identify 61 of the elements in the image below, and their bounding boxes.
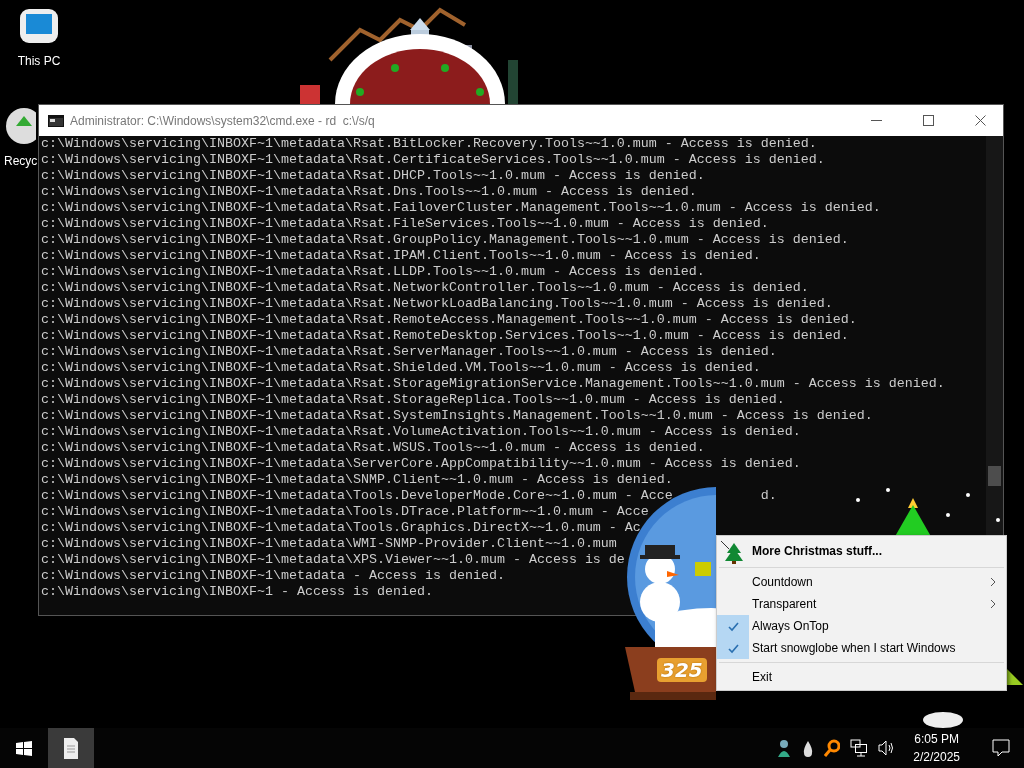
console-line: c:\Windows\servicing\INBOXF~1\metadata\Rsat.SystemInsights.Management.Tools~~1.0.mum - Access is denied.	[41, 408, 873, 423]
counter-text: 325	[657, 658, 707, 682]
menu-item[interactable]: Always OnTop	[717, 615, 1006, 637]
volume-icon[interactable]	[878, 739, 896, 757]
console-line: c:\Windows\servicing\INBOXF~1\metadata\Rsat.RemoteDesktop.Services.Tools~~1.0.mum - Access is denied.	[41, 328, 849, 343]
console-line: c:\Windows\servicing\INBOXF~1\metadata\Tools.Graphics.DirectX~~1.0.mum - Ac	[41, 520, 641, 535]
console-line: c:\Windows\servicing\INBOXF~1\metadata\Rsat.Dns.Tools~~1.0.mum - Access is denied.	[41, 184, 697, 199]
speech-bubble-icon	[992, 739, 1010, 757]
console-line: c:\Windows\servicing\INBOXF~1\metadata\Rsat.BitLocker.Recovery.Tools~~1.0.mum - Access is denied.	[41, 136, 817, 151]
start-icon	[16, 740, 32, 756]
console-line: c:\Windows\servicing\INBOXF~1\metadata\Tools.DeveloperMode.Core~~1.0.mum - Acce	[41, 488, 673, 503]
chevron-right-icon	[990, 577, 996, 587]
water-drop-icon[interactable]	[802, 739, 815, 757]
recycle-bin-icon[interactable]	[4, 106, 36, 146]
console-line: c:\Windows\servicing\INBOXF~1\metadata\Rsat.DHCP.Tools~~1.0.mum - Access is denied.	[41, 168, 705, 183]
monitor-icon[interactable]	[17, 6, 61, 46]
desktop-icon-label[interactable]: This PC	[17, 52, 61, 70]
maximize-icon	[922, 115, 934, 126]
network-icon[interactable]	[850, 739, 869, 757]
people-icon[interactable]	[776, 739, 793, 757]
close-icon	[974, 115, 986, 126]
console-line: c:\Windows\servicing\INBOXF~1 - Access is denied.	[41, 584, 433, 599]
taskbar-app-button[interactable]	[48, 728, 94, 768]
console-line: c:\Windows\servicing\INBOXF~1\metadata\Rsat.LLDP.Tools~~1.0.mum - Access is denied.	[41, 264, 705, 279]
console-line: c:\Windows\servicing\INBOXF~1\metadata\Rsat.FileServices.Tools~~1.0.mum - Access is denied.	[41, 216, 769, 231]
checkmark-icon	[727, 620, 739, 632]
console-line: c:\Windows\servicing\INBOXF~1\metadata\Tools.DTrace.Platform~~1.0.mum - Acce	[41, 504, 649, 519]
console-line: c:\Windows\servicing\INBOXF~1\metadata\Rsat.IPAM.Client.Tools~~1.0.mum - Access is denied.	[41, 248, 761, 263]
console-line: c:\Windows\servicing\INBOXF~1\metadata\XPS.Viewer~~1.0.mum - Access is de	[41, 552, 625, 567]
menu-item[interactable]: Exit	[717, 666, 1006, 688]
menu-item[interactable]: Countdown	[717, 571, 1006, 593]
desktop-icon-label[interactable]: Recyc	[4, 152, 38, 170]
console-line: c:\Windows\servicing\INBOXF~1\metadata - Access is denied.	[41, 568, 505, 583]
chevron-right-icon	[990, 599, 996, 609]
console-line: c:\Windows\servicing\INBOXF~1\metadata\Rsat.StorageReplica.Tools~~1.0.mum - Access is denied.	[41, 392, 785, 407]
menu-item[interactable]: Start snowglobe when I start Windows	[717, 637, 1006, 659]
console-line: c:\Windows\servicing\INBOXF~1\metadata\Rsat.GroupPolicy.Management.Tools~~1.0.mum - Access is denied.	[41, 232, 849, 247]
console-line: c:\Windows\servicing\INBOXF~1\metadata\Rsat.FailoverCluster.Management.Tools~~1.0.mum - Access is denied.	[41, 200, 881, 215]
console-line: c:\Windows\servicing\INBOXF~1\metadata\Rsat.VolumeActivation.Tools~~1.0.mum - Access is denied.	[41, 424, 801, 439]
console-line: c:\Windows\servicing\INBOXF~1\metadata\SNMP.Client~~1.0.mum - Access is denied.	[41, 472, 673, 487]
console-line: c:\Windows\servicing\INBOXF~1\metadata\Rsat.NetworkLoadBalancing.Tools~~1.0.mum - Access is denied.	[41, 296, 833, 311]
console-line: c:\Windows\servicing\INBOXF~1\metadata\Rsat.ServerManager.Tools~~1.0.mum - Access is denied.	[41, 344, 777, 359]
console-text-fragment: d.	[760, 488, 777, 503]
christmas-tree-icon	[721, 538, 745, 564]
checkmark-icon	[727, 642, 739, 654]
scrollbar-thumb[interactable]	[988, 466, 1001, 486]
menu-item[interactable]: More Christmas stuff...	[717, 538, 1006, 564]
console-line: c:\Windows\servicing\INBOXF~1\metadata\Rsat.CertificateServices.Tools~~1.0.mum - Access is denied.	[41, 152, 825, 167]
magnifier-icon[interactable]	[824, 739, 841, 757]
console-line: c:\Windows\servicing\INBOXF~1\metadata\Rsat.RemoteAccess.Management.Tools~~1.0.mum - Access is denied.	[41, 312, 857, 327]
console-line: c:\Windows\servicing\INBOXF~1\metadata\ServerCore.AppCompatibility~~1.0.mum - Access is denied.	[41, 456, 801, 471]
console-line: c:\Windows\servicing\INBOXF~1\metadata\Rsat.Shielded.VM.Tools~~1.0.mum - Access is denied.	[41, 360, 761, 375]
terminal-icon	[48, 114, 64, 127]
console-line: c:\Windows\servicing\INBOXF~1\metadata\Rsat.WSUS.Tools~~1.0.mum - Access is denied.	[41, 440, 705, 455]
menu-item[interactable]: Transparent	[717, 593, 1006, 615]
console-line: c:\Windows\servicing\INBOXF~1\metadata\WMI-SNMP-Provider.Client~~1.0.mum	[41, 536, 617, 551]
clock[interactable]: 6:05 PM 2/2/2025	[905, 730, 968, 766]
document-icon	[62, 736, 80, 760]
console-line: c:\Windows\servicing\INBOXF~1\metadata\Rsat.StorageMigrationService.Management.Tools~~1.0.mum - Access is denied.	[41, 376, 945, 391]
console-line: c:\Windows\servicing\INBOXF~1\metadata\Rsat.NetworkController.Tools~~1.0.mum - Access is denied.	[41, 280, 809, 295]
window-title: Administrator: C:\Windows\system32\cmd.exe - rd c:\/s/q	[70, 112, 376, 130]
